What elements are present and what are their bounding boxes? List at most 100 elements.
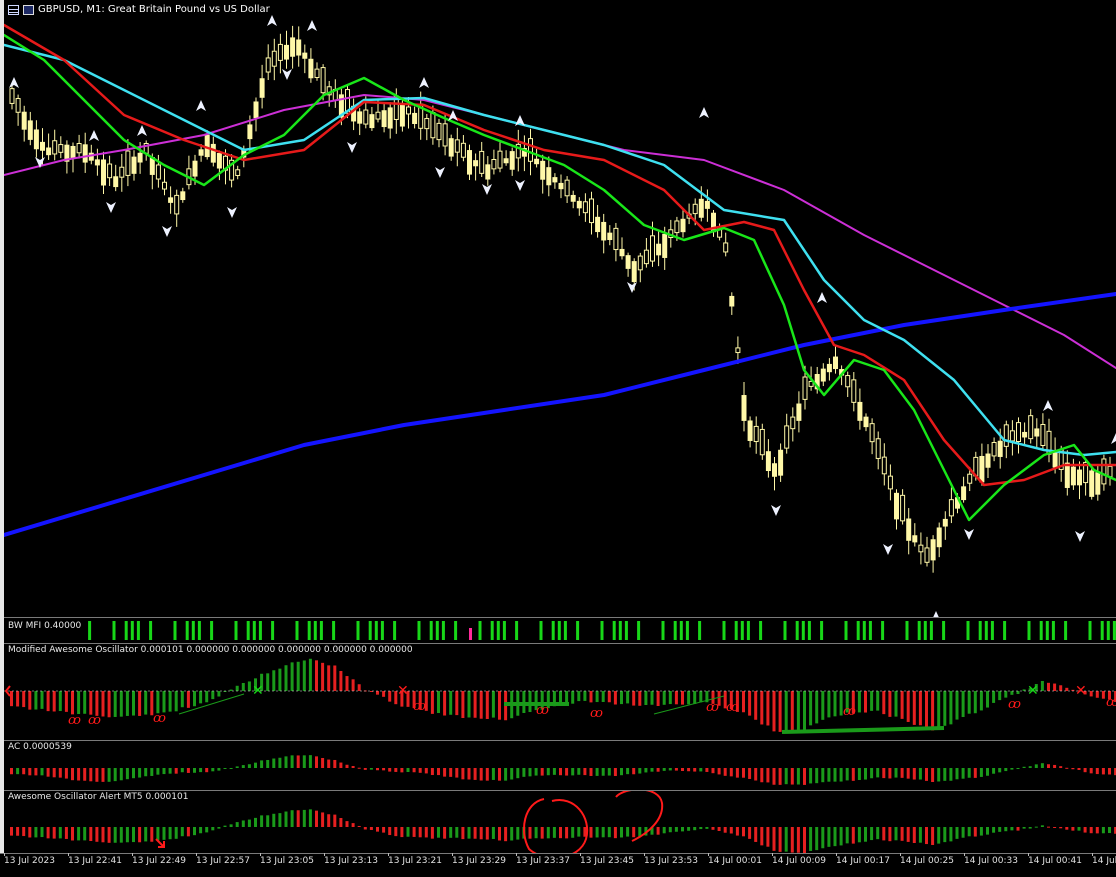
ac-histogram-bar bbox=[162, 768, 166, 775]
time-axis[interactable]: 13 Jul 2023 13 Jul 22:41 13 Jul 22:49 13 Ju… bbox=[0, 853, 1116, 877]
mfi-bar bbox=[1027, 621, 1031, 640]
mao-histogram-bar bbox=[986, 691, 989, 708]
price-chart-pane[interactable]: GBPUSD, M1: Great Britain Pound vs US Do… bbox=[4, 0, 1116, 617]
ac-histogram-bar bbox=[546, 768, 550, 776]
ao-alert-histogram-bar bbox=[827, 827, 831, 847]
ao-alert-histogram-bar bbox=[290, 810, 294, 827]
mfi-bar bbox=[795, 621, 799, 640]
ac-histogram-bar bbox=[796, 768, 800, 785]
time-axis-label: 14 Jul 00:33 bbox=[964, 853, 1018, 866]
candle-body bbox=[680, 218, 686, 233]
chart-symbol-title: GBPUSD, M1: Great Britain Pound vs US Do… bbox=[38, 4, 270, 15]
candle-body bbox=[534, 158, 540, 165]
ao-alert-histogram-bar bbox=[589, 827, 593, 838]
candle-body bbox=[692, 203, 698, 215]
mfi-bar bbox=[515, 621, 519, 640]
mfi-bar bbox=[496, 621, 500, 640]
bw-mfi-pane[interactable]: BW MFI 0.40000 bbox=[4, 617, 1116, 643]
ao-alert-histogram-bar bbox=[223, 825, 227, 827]
ao-alert-histogram-bar bbox=[864, 827, 867, 842]
mao-histogram-bar bbox=[601, 691, 605, 702]
price-chart-canvas[interactable] bbox=[4, 0, 1116, 617]
mfi-bar bbox=[1003, 621, 1007, 640]
ao-alert-histogram-bar bbox=[333, 814, 337, 827]
ao-alert-histogram-bar bbox=[1089, 827, 1093, 834]
ac-histogram-bar bbox=[443, 768, 447, 777]
annotation-circle bbox=[523, 798, 589, 854]
candle-body bbox=[479, 150, 485, 174]
candle-body bbox=[235, 169, 241, 176]
chart-grid-icon[interactable] bbox=[8, 4, 19, 15]
ao-alert-histogram-bar bbox=[406, 827, 410, 837]
ao-alert-pane[interactable]: Awesome Oscillator Alert MT5 0.000101 bbox=[4, 790, 1116, 854]
ac-pane[interactable]: AC 0.0000539 bbox=[4, 740, 1116, 790]
ao-alert-histogram-bar bbox=[119, 827, 123, 843]
mao-histogram-bar bbox=[308, 658, 312, 691]
mao-histogram-bar bbox=[376, 691, 379, 695]
mfi-bar bbox=[1100, 621, 1104, 640]
divergence-mark: ꝏ bbox=[1106, 695, 1116, 710]
mao-histogram-bar bbox=[455, 691, 459, 716]
ao-alert-histogram-bar bbox=[52, 827, 56, 839]
mfi-bar bbox=[807, 621, 811, 640]
mao-histogram-bar bbox=[760, 691, 764, 725]
ac-histogram-bar bbox=[961, 768, 965, 779]
ao-alert-histogram-bar bbox=[266, 815, 270, 827]
ac-histogram-bar bbox=[754, 768, 758, 781]
mao-histogram-bar bbox=[595, 691, 599, 703]
mao-histogram-bar bbox=[1095, 691, 1099, 698]
ac-histogram-bar bbox=[705, 768, 709, 772]
candle-body bbox=[253, 101, 259, 119]
mao-histogram-bar bbox=[589, 691, 593, 703]
ao-alert-histogram-bar bbox=[754, 827, 758, 842]
mao-histogram-bar bbox=[339, 670, 343, 691]
mao-histogram-bar bbox=[107, 691, 111, 718]
candle-body bbox=[265, 57, 271, 73]
ao-alert-histogram-bar bbox=[95, 827, 99, 842]
ao-alert-histogram-bar bbox=[906, 827, 910, 842]
ac-canvas bbox=[10, 755, 1116, 785]
mfi-bar bbox=[862, 621, 866, 640]
ac-histogram-bar bbox=[235, 766, 239, 768]
ao-alert-histogram-bar bbox=[382, 827, 386, 833]
ma-slow-line bbox=[4, 43, 1116, 457]
ac-histogram-bar bbox=[1022, 766, 1026, 768]
candle-body bbox=[765, 451, 771, 472]
ao-alert-histogram-bar bbox=[821, 827, 825, 849]
candle-body bbox=[101, 159, 106, 186]
mao-histogram-bar bbox=[882, 691, 886, 715]
fractal-down-arrow bbox=[106, 202, 116, 213]
candle-body bbox=[967, 473, 973, 484]
ac-histogram-bar bbox=[22, 768, 26, 775]
mfi-bar bbox=[319, 621, 323, 640]
ac-histogram-bar bbox=[650, 768, 654, 772]
candle-body bbox=[625, 255, 631, 269]
ao-alert-histogram-bar bbox=[784, 827, 788, 852]
ac-histogram-bar bbox=[918, 768, 922, 780]
candle-body bbox=[1028, 415, 1034, 440]
mao-histogram-bar bbox=[620, 691, 623, 705]
ao-alert-histogram-bar bbox=[559, 827, 562, 839]
time-axis-label: 14 Jul 00:09 bbox=[772, 853, 826, 866]
candle-body bbox=[698, 198, 704, 218]
ac-histogram-bar bbox=[979, 768, 983, 777]
mao-histogram-bar bbox=[58, 691, 62, 712]
modified-ao-pane[interactable]: ✕✕✕✕ꝏꝏꝏꝏꝏꝏꝏꝏꝏꝏꝏ Modified Awesome Oscilla… bbox=[4, 643, 1116, 740]
candle-body bbox=[735, 347, 741, 354]
candle-body bbox=[582, 201, 588, 214]
ac-histogram-bar bbox=[711, 768, 715, 774]
ao-alert-histogram-bar bbox=[89, 827, 93, 842]
chart-window-icon[interactable] bbox=[23, 4, 34, 15]
mao-histogram-bar bbox=[479, 691, 483, 719]
mao-histogram-bar bbox=[748, 691, 752, 716]
mao-histogram-bar bbox=[674, 691, 678, 705]
ac-histogram-bar bbox=[729, 768, 733, 777]
ac-histogram-bar bbox=[644, 768, 648, 773]
ao-alert-histogram-bar bbox=[1053, 827, 1057, 828]
mfi-bar bbox=[234, 621, 238, 640]
mfi-bar bbox=[417, 621, 421, 640]
ac-histogram-bar bbox=[882, 768, 886, 779]
ac-histogram-bar bbox=[89, 768, 93, 782]
ao-alert-histogram-bar bbox=[668, 827, 672, 833]
mao-histogram-bar bbox=[894, 691, 898, 717]
